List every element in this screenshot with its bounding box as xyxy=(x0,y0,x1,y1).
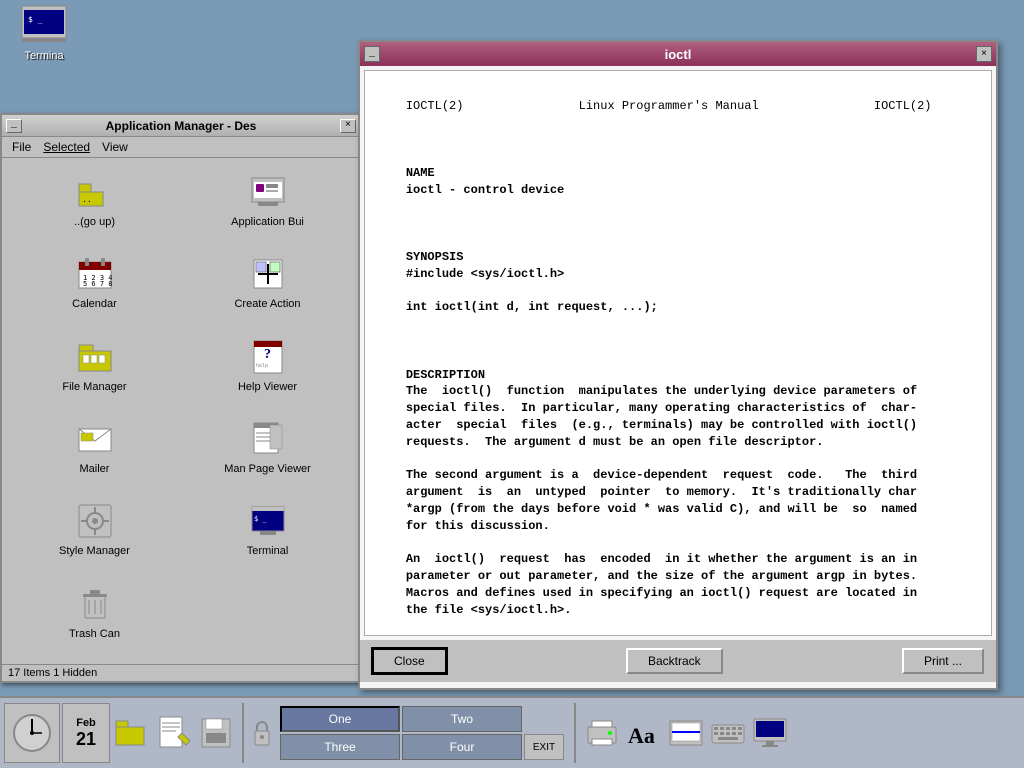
menu-file[interactable]: File xyxy=(6,139,37,155)
man-page-viewer-label: Man Page Viewer xyxy=(224,463,311,475)
taskbar-floppy-icon[interactable] xyxy=(196,713,236,753)
trash-can-icon xyxy=(75,584,115,624)
taskbar-monitor-icon[interactable] xyxy=(750,713,790,753)
ioctl-minimize-btn[interactable]: _ xyxy=(364,46,380,62)
app-item-file-manager[interactable]: File Manager xyxy=(10,331,179,409)
man-page-content[interactable]: IOCTL(2) Linux Programmer's Manual IOCTL… xyxy=(364,70,992,636)
app-item-man-page-viewer[interactable]: Man Page Viewer xyxy=(183,413,352,491)
app-manager-titlebar: _ Application Manager - Des × xyxy=(2,115,360,137)
help-viewer-label: Help Viewer xyxy=(238,381,297,393)
terminal-icon-label: Termina xyxy=(24,50,63,62)
create-action-label: Create Action xyxy=(234,298,300,310)
taskbar-date: Feb 21 xyxy=(62,703,110,763)
ioctl-button-bar: Close Backtrack Print ... xyxy=(360,640,996,682)
taskbar-month: Feb xyxy=(76,717,96,729)
app-manager-title: Application Manager - Des xyxy=(22,119,340,133)
svg-text:help: help xyxy=(256,363,268,369)
man-name-section: NAME ioctl - control device xyxy=(377,166,564,197)
calendar-label: Calendar xyxy=(72,298,117,310)
workspace-one-btn[interactable]: One xyxy=(280,706,400,732)
workspace-four-btn[interactable]: Four xyxy=(402,734,522,760)
man-page-viewer-icon xyxy=(248,419,288,459)
taskbar-sep-2 xyxy=(574,703,576,763)
app-manager-statusbar: 17 Items 1 Hidden xyxy=(2,664,360,681)
workspace-exit-visible-btn[interactable]: EXIT xyxy=(524,734,564,760)
app-item-style-manager[interactable]: Style Manager xyxy=(10,495,179,573)
taskbar-font-icon[interactable]: Aa xyxy=(624,713,664,753)
mailer-icon xyxy=(75,419,115,459)
terminal-icon: $ _ xyxy=(20,0,68,48)
app-manager-window: _ Application Manager - Des × File Selec… xyxy=(0,113,362,683)
menu-selected[interactable]: Selected xyxy=(37,139,96,155)
file-manager-label: File Manager xyxy=(62,381,126,393)
ioctl-close-btn[interactable]: × xyxy=(976,46,992,62)
app-manager-minimize-btn[interactable]: _ xyxy=(6,119,22,133)
taskbar-keyboard-icon[interactable] xyxy=(708,713,748,753)
backtrack-button[interactable]: Backtrack xyxy=(626,648,723,674)
app-item-go-up[interactable]: .. ..(go up) xyxy=(10,166,179,244)
go-up-label: ..(go up) xyxy=(74,216,115,228)
app-item-app-builder[interactable]: Application Bui xyxy=(183,166,352,244)
menu-view[interactable]: View xyxy=(96,139,134,155)
app-item-calendar[interactable]: 1 2 3 4 5 6 7 8 Calendar xyxy=(10,248,179,326)
terminal-desktop-icon[interactable]: $ _ Termina xyxy=(4,0,84,62)
app-grid: .. ..(go up) Application Bui xyxy=(2,158,360,664)
taskbar-sep-1 xyxy=(242,703,244,763)
ioctl-window: _ ioctl × IOCTL(2) Linux Programmer's Ma… xyxy=(358,40,998,690)
print-button[interactable]: Print ... xyxy=(902,648,984,674)
taskbar: Feb 21 xyxy=(0,696,1024,768)
taskbar-icons-1 xyxy=(112,713,236,753)
ioctl-titlebar: _ ioctl × xyxy=(360,42,996,66)
workspace-area: One Two EXIT Three Four EXIT xyxy=(280,706,564,760)
taskbar-printer-icon[interactable] xyxy=(582,713,622,753)
close-button[interactable]: Close xyxy=(372,648,447,674)
go-up-icon: .. xyxy=(75,172,115,212)
app-manager-menubar: File Selected View xyxy=(2,137,360,158)
app-item-terminal[interactable]: $ _ Terminal xyxy=(183,495,352,573)
taskbar-text-editor-icon[interactable] xyxy=(154,713,194,753)
calendar-icon: 1 2 3 4 5 6 7 8 xyxy=(75,254,115,294)
svg-text:$ _: $ _ xyxy=(28,15,43,24)
taskbar-lock-area xyxy=(250,703,274,763)
style-manager-label: Style Manager xyxy=(59,545,130,557)
style-manager-icon xyxy=(75,501,115,541)
app-builder-label: Application Bui xyxy=(231,216,304,228)
create-action-icon xyxy=(248,254,288,294)
app-item-create-action[interactable]: Create Action xyxy=(183,248,352,326)
taskbar-clock xyxy=(4,703,60,763)
svg-text:?: ? xyxy=(264,347,271,362)
file-manager-icon xyxy=(75,337,115,377)
terminal-app-label: Terminal xyxy=(247,545,289,557)
ioctl-title: ioctl xyxy=(380,47,976,62)
man-page-header: IOCTL(2) Linux Programmer's Manual IOCTL… xyxy=(406,99,932,113)
svg-text:Aa: Aa xyxy=(628,723,655,748)
app-item-trash-can[interactable]: Trash Can xyxy=(10,578,179,656)
app-item-help-viewer[interactable]: ? help Help Viewer xyxy=(183,331,352,409)
taskbar-left: Feb 21 xyxy=(4,703,790,763)
terminal-app-icon: $ _ xyxy=(248,501,288,541)
taskbar-icons-right: Aa xyxy=(582,713,790,753)
mailer-label: Mailer xyxy=(80,463,110,475)
taskbar-file-manager-icon[interactable] xyxy=(112,713,152,753)
workspace-row-1: One Two EXIT xyxy=(280,706,564,732)
app-builder-icon xyxy=(248,172,288,212)
svg-text:..: .. xyxy=(82,195,92,204)
workspace-row-2: Three Four EXIT xyxy=(280,734,564,760)
trash-can-label: Trash Can xyxy=(69,628,120,640)
workspace-three-btn[interactable]: Three xyxy=(280,734,400,760)
app-manager-close-btn[interactable]: × xyxy=(340,119,356,133)
workspace-two-btn[interactable]: Two xyxy=(402,706,522,732)
help-viewer-icon: ? help xyxy=(248,337,288,377)
taskbar-scanner-icon[interactable] xyxy=(666,713,706,753)
man-description-section: DESCRIPTION The ioctl() function manipul… xyxy=(377,368,917,617)
svg-text:5 6 7 8: 5 6 7 8 xyxy=(83,280,113,288)
app-item-mailer[interactable]: Mailer xyxy=(10,413,179,491)
svg-text:$ _: $ _ xyxy=(254,515,267,523)
taskbar-day: 21 xyxy=(76,729,96,750)
status-text: 17 Items 1 Hidden xyxy=(8,667,97,679)
man-synopsis-section: SYNOPSIS #include <sys/ioctl.h> int ioct… xyxy=(377,250,658,314)
